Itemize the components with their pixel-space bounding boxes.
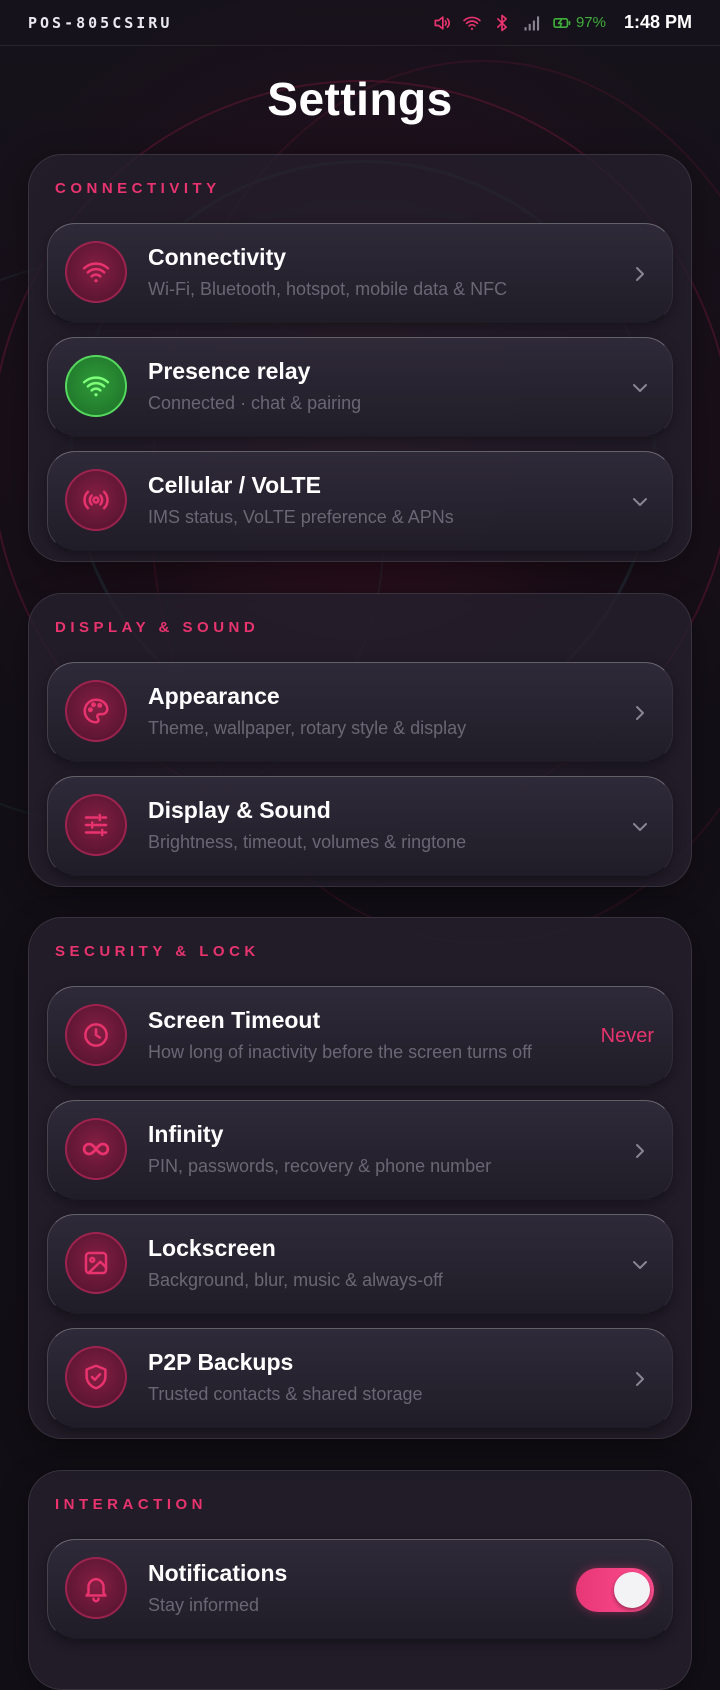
item-subtitle: Brightness, timeout, volumes & ringtone xyxy=(148,832,467,852)
bell-icon xyxy=(65,1557,127,1619)
section-connectivity: CONNECTIVITY Connectivity Wi-Fi, Bluetoo… xyxy=(28,154,692,562)
chevron-down-icon xyxy=(633,823,647,831)
item-title: Notifications xyxy=(148,1560,288,1586)
bluetooth-icon xyxy=(492,13,512,33)
settings-item-infinity[interactable]: Infinity PIN, passwords, recovery & phon… xyxy=(47,1100,673,1200)
image-icon xyxy=(65,1232,127,1294)
item-title: Display & Sound xyxy=(148,797,331,823)
settings-item-p2p-backups[interactable]: P2P Backups Trusted contacts & shared st… xyxy=(47,1328,673,1428)
chevron-down-icon xyxy=(633,498,647,506)
section-interaction: INTERACTION Notifications Stay informed xyxy=(28,1470,692,1690)
item-subtitle: Connected · chat & pairing xyxy=(148,393,362,413)
item-subtitle: Background, blur, music & always-off xyxy=(148,1270,443,1290)
infinity-icon xyxy=(65,1118,127,1180)
item-title: Appearance xyxy=(148,683,280,709)
volume-icon xyxy=(432,13,452,33)
section-header: DISPLAY & SOUND xyxy=(55,619,260,636)
wifi-icon xyxy=(65,241,127,303)
timeout-value: Never xyxy=(600,1025,654,1047)
chevron-down-icon xyxy=(633,1261,647,1269)
settings-item-appearance[interactable]: Appearance Theme, wallpaper, rotary styl… xyxy=(47,662,673,762)
item-title: Cellular / VoLTE xyxy=(148,472,321,498)
settings-item-connectivity[interactable]: Connectivity Wi-Fi, Bluetooth, hotspot, … xyxy=(47,223,673,323)
item-subtitle: PIN, passwords, recovery & phone number xyxy=(148,1156,492,1176)
page-title: Settings xyxy=(267,73,453,125)
chevron-down-icon xyxy=(633,384,647,392)
battery-percent: 97% xyxy=(575,14,606,31)
item-subtitle: Wi-Fi, Bluetooth, hotspot, mobile data &… xyxy=(148,279,508,299)
item-subtitle: Theme, wallpaper, rotary style & display xyxy=(148,718,467,738)
chevron-right-icon xyxy=(636,1372,644,1386)
settings-item-presence-relay[interactable]: Presence relay Connected · chat & pairin… xyxy=(47,337,673,437)
item-subtitle: Stay informed xyxy=(148,1595,260,1615)
toggle-knob xyxy=(614,1572,650,1608)
battery-charging-icon xyxy=(552,13,572,33)
settings-item-lockscreen[interactable]: Lockscreen Background, blur, music & alw… xyxy=(47,1214,673,1314)
chevron-right-icon xyxy=(636,267,644,281)
section-header: INTERACTION xyxy=(55,1496,207,1513)
sliders-icon xyxy=(65,794,127,856)
chevron-right-icon xyxy=(636,1144,644,1158)
clock: 1:48 PM xyxy=(623,12,692,32)
item-title: Presence relay xyxy=(148,358,311,384)
section-header: SECURITY & LOCK xyxy=(55,943,260,960)
chevron-right-icon xyxy=(636,706,644,720)
section-display-sound: DISPLAY & SOUND Appearance Theme, wallpa… xyxy=(28,593,692,887)
section-header: CONNECTIVITY xyxy=(55,180,221,197)
clock-icon xyxy=(65,1004,127,1066)
item-subtitle: Trusted contacts & shared storage xyxy=(148,1384,423,1404)
settings-item-notifications[interactable]: Notifications Stay informed xyxy=(47,1539,673,1639)
status-icons: 97% 1:48 PM xyxy=(432,12,692,33)
wifi-icon xyxy=(462,13,482,33)
item-subtitle: How long of inactivity before the screen… xyxy=(148,1042,532,1062)
palette-icon xyxy=(65,680,127,742)
item-title: Infinity xyxy=(148,1121,224,1147)
notifications-toggle[interactable] xyxy=(576,1568,654,1612)
item-title: P2P Backups xyxy=(148,1349,294,1375)
settings-item-display-sound[interactable]: Display & Sound Brightness, timeout, vol… xyxy=(47,776,673,876)
settings-item-cellular-volte[interactable]: Cellular / VoLTE IMS status, VoLTE prefe… xyxy=(47,451,673,551)
wifi-icon xyxy=(65,355,127,417)
settings-item-screen-timeout[interactable]: Screen Timeout How long of inactivity be… xyxy=(47,986,673,1086)
battery-indicator: 97% xyxy=(552,13,606,33)
item-title: Screen Timeout xyxy=(148,1007,321,1033)
status-bar: POS-805CSIRU 97% 1:48 PM xyxy=(0,0,720,46)
device-name: POS-805CSIRU xyxy=(28,13,173,32)
item-title: Lockscreen xyxy=(148,1235,276,1261)
item-title: Connectivity xyxy=(148,244,287,270)
item-subtitle: IMS status, VoLTE preference & APNs xyxy=(148,507,454,527)
section-security-lock: SECURITY & LOCK Screen Timeout How long … xyxy=(28,917,692,1439)
shield-check-icon xyxy=(65,1346,127,1408)
signal-icon xyxy=(522,13,542,33)
broadcast-icon xyxy=(65,469,127,531)
